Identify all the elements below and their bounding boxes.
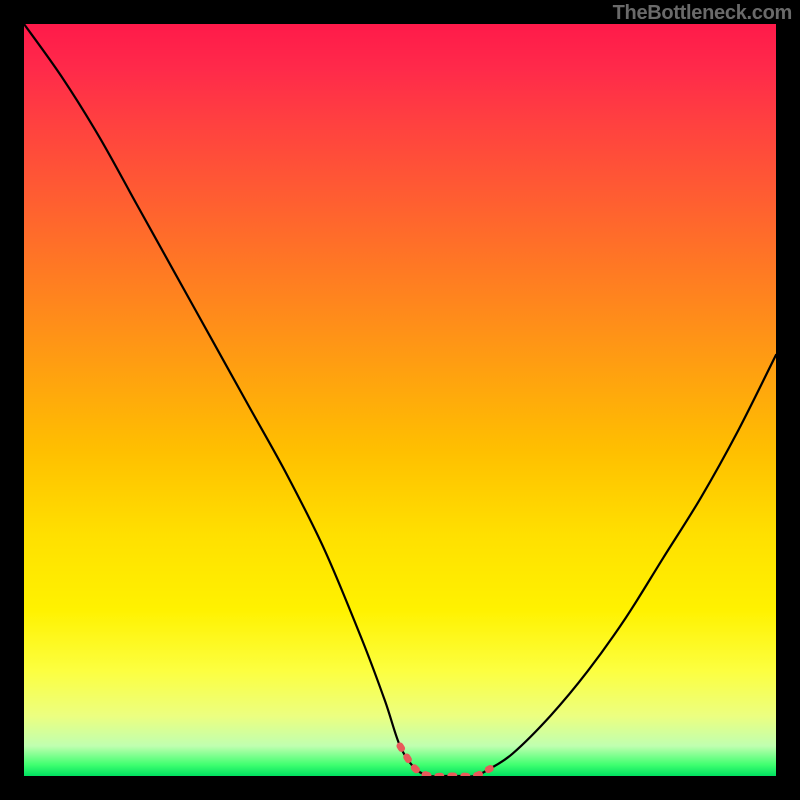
chart-plot-area bbox=[24, 24, 776, 776]
chart-svg bbox=[24, 24, 776, 776]
watermark-text: TheBottleneck.com bbox=[613, 2, 792, 25]
bottleneck-curve bbox=[24, 24, 776, 776]
optimal-region-marker bbox=[400, 746, 490, 776]
